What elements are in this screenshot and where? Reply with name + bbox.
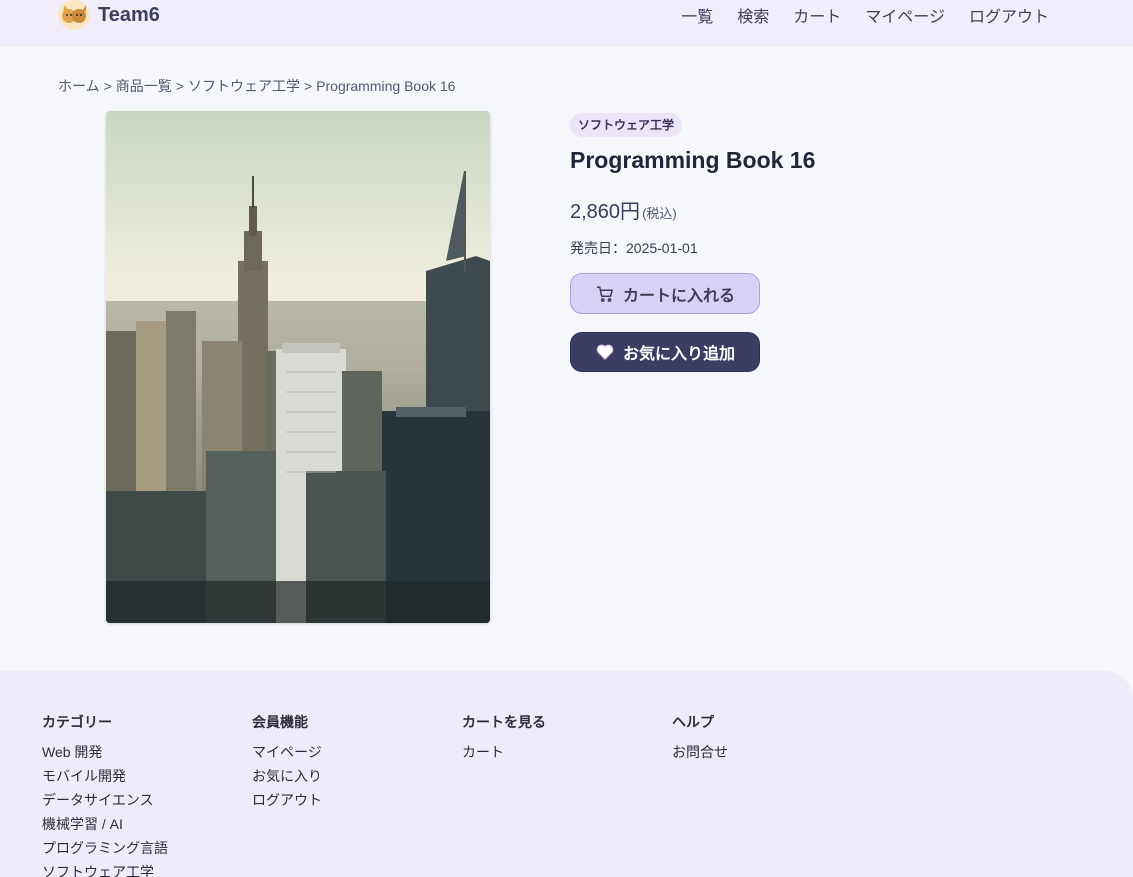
footer-link[interactable]: ソフトウェア工学	[42, 864, 168, 877]
brand[interactable]: Team6	[58, 0, 160, 30]
cat-logo-icon	[58, 0, 90, 30]
breadcrumb-separator: >	[103, 78, 112, 94]
footer-column-cart: カートを見る カート	[462, 712, 546, 768]
footer-link[interactable]: プログラミング言語	[42, 840, 168, 864]
footer-link[interactable]: データサイエンス	[42, 792, 168, 816]
footer-column-categories: カテゴリー Web 開発 モバイル開発 データサイエンス 機械学習 / AI プ…	[42, 712, 168, 877]
add-to-cart-label: カートに入れる	[622, 287, 735, 305]
footer-heading: カートを見る	[462, 714, 546, 730]
nav-search[interactable]: 検索	[737, 3, 769, 27]
product-image	[106, 111, 490, 623]
release-date: 発売日：2025-01-01	[570, 240, 698, 256]
breadcrumb: ホーム > 商品一覧 > ソフトウェア工学 > Programming Book 16	[58, 76, 455, 96]
nav-mypage[interactable]: マイページ	[865, 3, 945, 27]
breadcrumb-separator: >	[303, 78, 313, 94]
footer-link[interactable]: お気に入り	[252, 768, 322, 792]
breadcrumb-home[interactable]: ホーム	[58, 78, 100, 94]
breadcrumb-separator: >	[175, 78, 184, 94]
footer-link[interactable]: お問合せ	[672, 744, 728, 768]
breadcrumb-current: Programming Book 16	[316, 78, 456, 94]
footer-column-member: 会員機能 マイページ お気に入り ログアウト	[252, 712, 322, 816]
tax-note: (税込)	[642, 206, 677, 221]
footer-link[interactable]: Web 開発	[42, 744, 168, 768]
footer-column-help: ヘルプ お問合せ	[672, 712, 728, 768]
nav-list[interactable]: 一覧	[681, 3, 713, 27]
heart-icon	[595, 342, 615, 362]
nav-logout[interactable]: ログアウト	[969, 3, 1049, 27]
price-value: 2,860円	[570, 201, 641, 223]
site-footer: カテゴリー Web 開発 モバイル開発 データサイエンス 機械学習 / AI プ…	[0, 671, 1133, 877]
cart-icon	[595, 284, 615, 304]
footer-heading: カテゴリー	[42, 714, 112, 730]
footer-link[interactable]: 機械学習 / AI	[42, 816, 168, 840]
breadcrumb-products[interactable]: 商品一覧	[116, 78, 172, 94]
product-price: 2,860円 (税込)	[570, 195, 677, 224]
footer-link[interactable]: マイページ	[252, 744, 322, 768]
main-nav: 一覧 検索 カート マイページ ログアウト	[657, 0, 1049, 30]
footer-heading: 会員機能	[252, 714, 308, 730]
breadcrumb-category[interactable]: ソフトウェア工学	[188, 78, 300, 94]
nav-cart[interactable]: カート	[793, 3, 841, 27]
category-badge[interactable]: ソフトウェア工学	[570, 113, 683, 137]
add-favorite-button[interactable]: お気に入り追加	[570, 332, 760, 372]
site-header: Team6 一覧 検索 カート マイページ ログアウト	[0, 0, 1133, 44]
add-favorite-label: お気に入り追加	[622, 346, 735, 363]
footer-link[interactable]: モバイル開発	[42, 768, 168, 792]
product-title: Programming Book 16	[570, 147, 816, 173]
add-to-cart-button[interactable]: カートに入れる	[570, 273, 760, 314]
footer-heading: ヘルプ	[672, 714, 714, 730]
brand-name: Team6	[98, 3, 160, 26]
footer-link[interactable]: カート	[462, 744, 546, 768]
footer-link[interactable]: ログアウト	[252, 792, 322, 816]
